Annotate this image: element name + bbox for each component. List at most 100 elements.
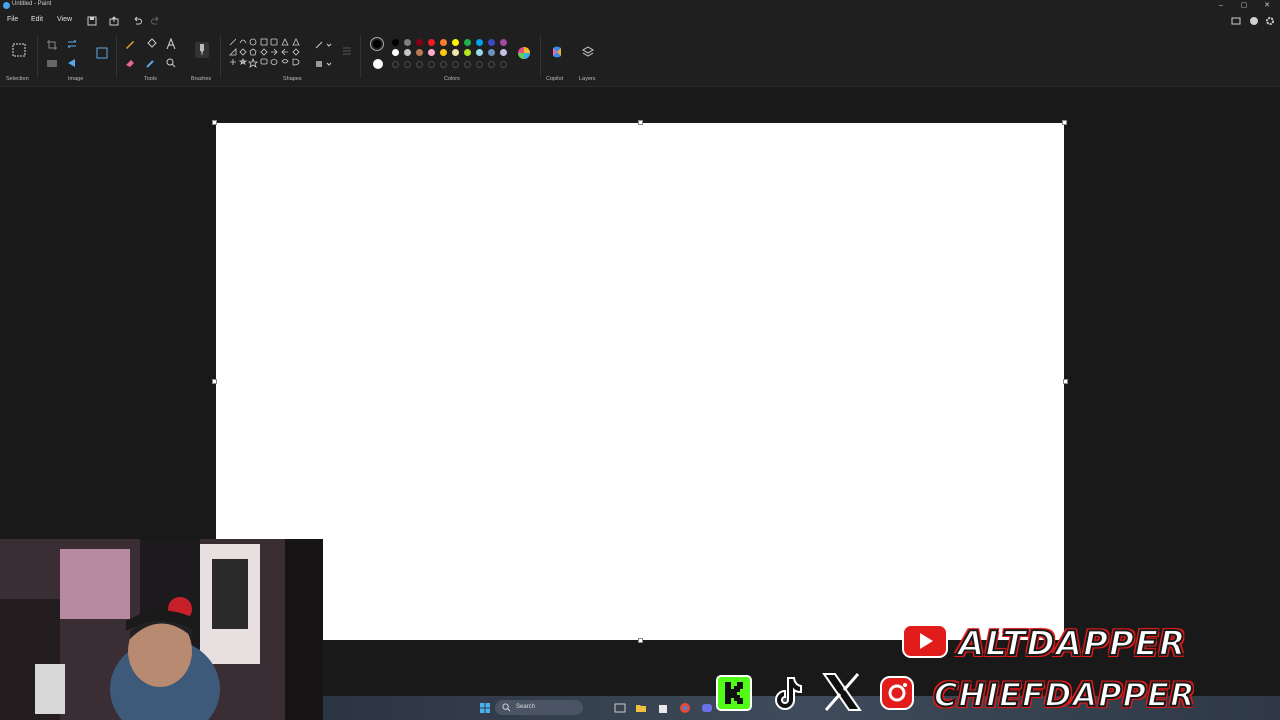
divider [116,36,117,78]
layers-icon[interactable] [582,46,594,58]
copilot-icon[interactable] [550,45,564,59]
instagram-icon [880,676,914,710]
windows-start-icon[interactable] [479,702,491,714]
color-swatch[interactable] [464,39,471,46]
paint-app-icon [3,2,10,9]
resize-handle-left[interactable] [212,379,217,384]
color-swatch[interactable] [404,49,411,56]
custom-color-slot[interactable] [452,61,459,68]
custom-color-slot[interactable] [476,61,483,68]
menu-file[interactable]: File [7,16,18,23]
flip-icon[interactable] [66,57,78,69]
custom-color-slot[interactable] [464,61,471,68]
group-label-colors: Colors [444,76,460,82]
minimize-button[interactable]: – [1210,0,1232,12]
share-icon[interactable] [109,16,119,26]
resize-handle-top-right[interactable] [1062,120,1067,125]
group-label-selection: Selection [6,76,29,82]
primary-color-swatch [373,40,381,48]
primary-color-selector[interactable] [370,37,384,51]
size-icon[interactable] [341,45,353,57]
magnifier-icon[interactable] [165,57,177,69]
secondary-color-swatch[interactable] [373,59,383,69]
fill-dropdown-icon[interactable] [314,58,334,70]
custom-color-slot[interactable] [392,61,399,68]
divider [37,36,38,78]
file-explorer-icon[interactable] [635,702,647,714]
custom-color-slot[interactable] [488,61,495,68]
color-swatch[interactable] [392,49,399,56]
color-swatch[interactable] [464,49,471,56]
task-view-icon[interactable] [614,702,626,714]
color-swatch[interactable] [488,39,495,46]
discord-icon[interactable] [701,702,713,714]
color-swatch[interactable] [440,49,447,56]
divider [540,36,541,78]
color-swatch[interactable] [476,39,483,46]
ribbon-toolbar: Selection Image Tools Brushes Shapes Col… [0,30,1280,87]
color-swatch[interactable] [428,49,435,56]
color-swatch[interactable] [488,49,495,56]
account-icon[interactable] [1249,16,1259,26]
redo-icon[interactable] [151,16,161,26]
resize-handle-top[interactable] [638,120,643,125]
resize-handle-right[interactable] [1063,379,1068,384]
save-icon[interactable] [87,16,97,26]
custom-color-slot[interactable] [428,61,435,68]
kick-icon [716,675,752,711]
eraser-icon[interactable] [124,57,136,69]
resize-handle-top-left[interactable] [212,120,217,125]
undo-icon[interactable] [132,16,142,26]
drawing-canvas[interactable] [216,123,1064,640]
custom-color-slot[interactable] [404,61,411,68]
text-icon[interactable] [165,38,177,50]
group-label-brushes: Brushes [191,76,212,82]
outline-dropdown-icon[interactable] [314,39,334,51]
color-swatch[interactable] [404,39,411,46]
menu-view[interactable]: View [57,16,72,23]
custom-color-slot[interactable] [440,61,447,68]
divider [220,36,221,78]
color-swatch[interactable] [452,39,459,46]
selection-icon[interactable] [12,43,26,57]
color-swatch[interactable] [500,49,507,56]
pencil-icon[interactable] [124,38,136,50]
store-icon[interactable] [657,702,669,714]
fill-icon[interactable] [145,38,157,50]
webcam-feed-image [0,539,323,720]
menu-edit[interactable]: Edit [31,16,43,23]
chrome-icon[interactable] [679,702,691,714]
custom-color-slot[interactable] [416,61,423,68]
resize-handle-bottom[interactable] [638,638,643,643]
shapes-gallery[interactable] [228,37,304,73]
color-swatch[interactable] [416,49,423,56]
color-swatch[interactable] [500,39,507,46]
color-swatch[interactable] [452,49,459,56]
color-wheel-icon[interactable] [517,46,531,60]
notification-icon[interactable] [1231,16,1241,26]
menu-bar: File Edit View [0,12,1280,30]
brush-icon[interactable] [195,42,209,58]
webcam-overlay [0,539,323,720]
settings-icon[interactable] [1265,16,1275,26]
youtube-icon [902,624,948,658]
title-bar: Untitled - Paint – ▢ ✕ [0,0,1280,12]
close-button[interactable]: ✕ [1256,0,1278,12]
image-background-icon[interactable] [96,47,108,59]
group-label-layers: Layers [579,76,596,82]
color-swatch[interactable] [392,39,399,46]
color-picker-icon[interactable] [145,57,157,69]
color-swatch[interactable] [416,39,423,46]
resize-icon[interactable] [66,38,78,50]
x-twitter-icon [822,673,862,711]
group-label-copilot: Copilot [546,76,564,82]
color-swatch[interactable] [476,49,483,56]
color-swatch[interactable] [428,39,435,46]
maximize-button[interactable]: ▢ [1233,0,1255,12]
color-swatch[interactable] [440,39,447,46]
custom-color-slot[interactable] [500,61,507,68]
image-edit-icon[interactable] [46,57,58,69]
crop-icon[interactable] [46,39,58,51]
window-title: Untitled - Paint [12,1,52,7]
group-label-image: Image [68,76,84,82]
